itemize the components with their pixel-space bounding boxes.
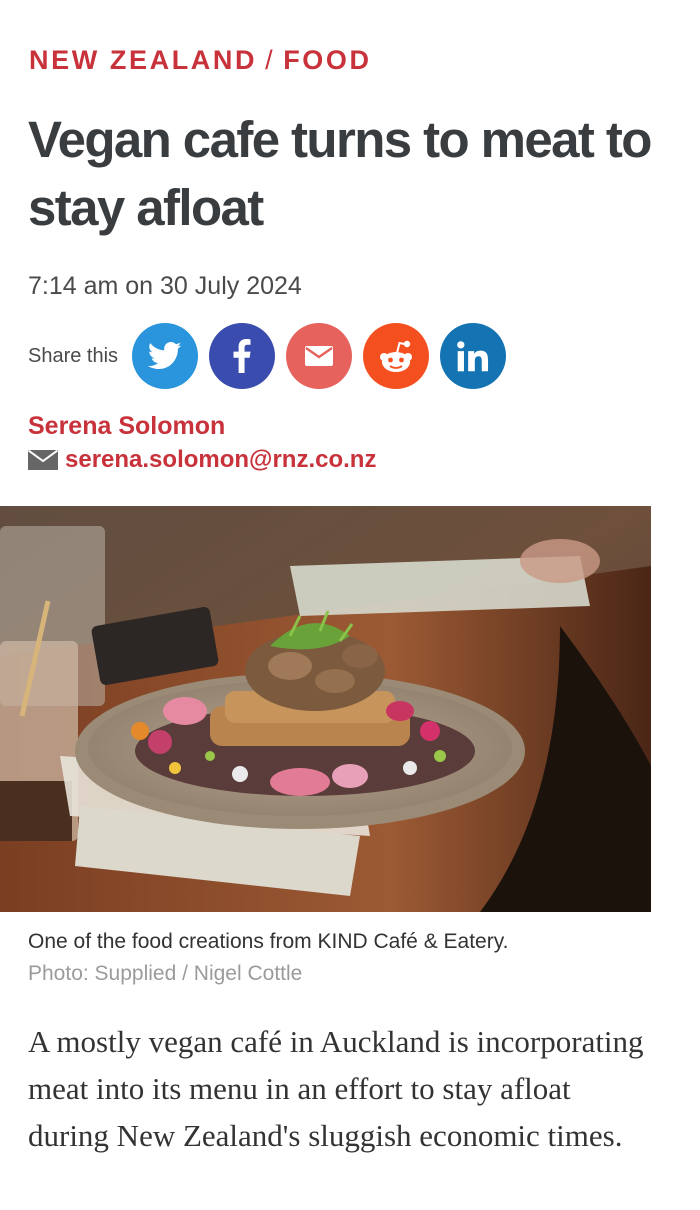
reddit-icon	[380, 340, 413, 372]
article-headline: Vegan cafe turns to meat to stay afloat	[28, 111, 652, 236]
share-label: Share this	[28, 344, 119, 367]
author-email-row: serena.solomon@rnz.co.nz	[28, 446, 376, 474]
share-reddit-button[interactable]	[363, 323, 430, 389]
share-facebook-button[interactable]	[209, 323, 276, 389]
facebook-icon	[233, 339, 251, 373]
author-name[interactable]: Serena Solomon	[28, 412, 225, 441]
publish-timestamp: 7:14 am on 30 July 2024	[28, 272, 302, 300]
breadcrumb-separator: /	[265, 45, 276, 75]
share-twitter-button[interactable]	[132, 323, 199, 389]
photo-caption: One of the food creations from KIND Café…	[28, 930, 509, 953]
share-email-button[interactable]	[286, 323, 353, 389]
author-email-link[interactable]: serena.solomon@rnz.co.nz	[65, 446, 376, 474]
article-photo	[0, 506, 651, 912]
linkedin-icon	[457, 341, 489, 372]
mail-icon	[28, 450, 58, 470]
category-link-food[interactable]: FOOD	[283, 45, 371, 75]
section-breadcrumb: NEW ZEALAND / FOOD	[29, 45, 372, 76]
share-bar: Share this	[28, 322, 517, 390]
category-link-new-zealand[interactable]: NEW ZEALAND	[29, 45, 257, 75]
photo-credit: Photo: Supplied / Nigel Cottle	[28, 962, 303, 985]
food-plate-illustration	[0, 506, 651, 912]
email-icon	[305, 346, 334, 366]
share-linkedin-button[interactable]	[440, 323, 507, 389]
twitter-icon	[148, 341, 182, 370]
lead-paragraph: A mostly vegan café in Auckland is incor…	[28, 1024, 644, 1153]
